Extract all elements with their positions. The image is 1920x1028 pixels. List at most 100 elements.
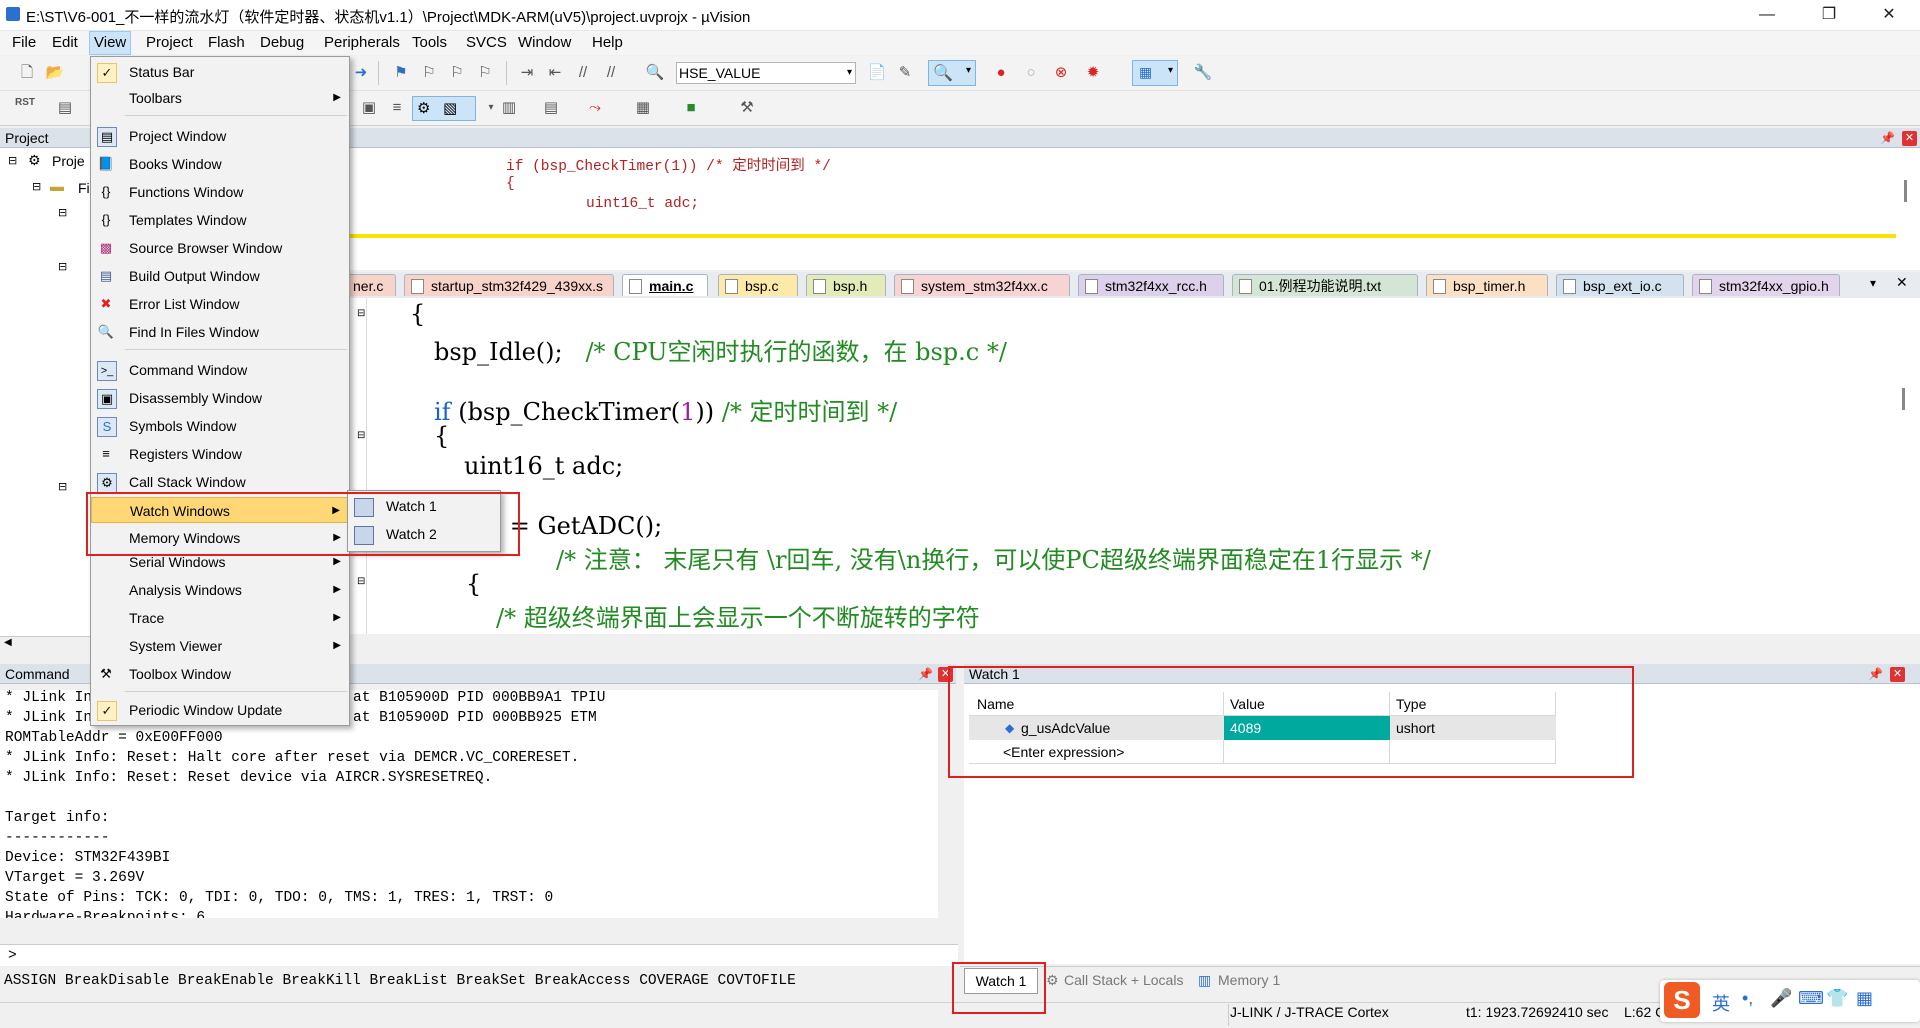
menu-item-watch-1[interactable]: Watch 1: [348, 493, 500, 520]
tab-readme-txt[interactable]: 01.例程功能说明.txt: [1232, 274, 1418, 296]
tab-startup[interactable]: startup_stm32f429_439xx.s: [404, 274, 614, 296]
incremental-find-icon[interactable]: ✎: [894, 62, 916, 84]
watch-header-value[interactable]: Value: [1224, 692, 1390, 716]
bookmark-prev-icon[interactable]: ⚐: [418, 62, 440, 84]
memory-toolbar-icon[interactable]: ▥: [498, 97, 520, 119]
run-icon[interactable]: ▤: [54, 97, 76, 119]
microphone-icon[interactable]: 🎤: [1770, 988, 1792, 1009]
menu-item-registers-window[interactable]: ≡ Registers Window: [91, 441, 349, 467]
watch-enter-expression[interactable]: <Enter expression>: [969, 740, 1224, 764]
watch-header-type[interactable]: Type: [1390, 692, 1556, 716]
close-tab-icon[interactable]: ✕: [1896, 274, 1908, 291]
toolbox-toolbar-icon[interactable]: ⚒: [736, 97, 758, 119]
tab-call-stack-locals[interactable]: ⚙ Call Stack + Locals: [1044, 968, 1190, 994]
disassembly-toolbar-icon[interactable]: ▣: [358, 97, 380, 119]
menu-item-watch-windows[interactable]: Watch Windows ▶: [91, 497, 349, 523]
menu-file[interactable]: File: [8, 34, 40, 51]
watch-empty-value[interactable]: [1224, 740, 1390, 764]
skin-icon[interactable]: 👕: [1826, 988, 1848, 1009]
tab-timer-c[interactable]: ner.c: [346, 274, 396, 296]
find-icon[interactable]: 📄: [866, 62, 888, 84]
menu-peripherals[interactable]: Peripherals: [320, 34, 404, 51]
tab-system-stm32f4xx-c[interactable]: system_stm32f4xx.c: [894, 274, 1070, 296]
fold-icon[interactable]: ⊟: [357, 430, 365, 441]
sogou-ime-logo[interactable]: S: [1664, 982, 1700, 1018]
project-hscrollbar[interactable]: ◀: [0, 636, 90, 651]
close-button[interactable]: ✕: [1866, 2, 1912, 28]
tree-collapse-icon[interactable]: ⊟: [58, 480, 67, 493]
target-search-combo[interactable]: HSE_VALUE ▾: [676, 62, 856, 84]
minimize-button[interactable]: —: [1744, 2, 1790, 28]
menu-item-status-bar[interactable]: ✓ Status Bar: [91, 59, 349, 85]
configure-icon[interactable]: 🔧: [1192, 62, 1214, 84]
pin-icon[interactable]: 📌: [1880, 131, 1895, 145]
keyboard-icon[interactable]: ⌨: [1798, 988, 1824, 1009]
menu-item-build-output-window[interactable]: ▤ Build Output Window: [91, 263, 349, 289]
menu-tools[interactable]: Tools: [408, 34, 451, 51]
pin-icon[interactable]: 📌: [918, 667, 933, 681]
menu-item-call-stack-window[interactable]: ⚙ Call Stack Window: [91, 469, 349, 495]
menu-item-analysis-windows[interactable]: Analysis Windows ▶: [91, 577, 349, 603]
tab-list-dropdown-icon[interactable]: ▾: [1870, 276, 1876, 290]
menu-item-error-list-window[interactable]: ✖ Error List Window: [91, 291, 349, 317]
breakpoint-icon[interactable]: ●: [990, 62, 1012, 84]
menu-edit[interactable]: Edit: [48, 34, 82, 51]
tab-bsp-timer-h[interactable]: bsp_timer.h: [1426, 274, 1548, 296]
breakpoint-disable-all-icon[interactable]: ⊗: [1050, 62, 1072, 84]
fold-icon[interactable]: ⊟: [357, 576, 365, 587]
menu-help[interactable]: Help: [588, 34, 627, 51]
watch-row-value[interactable]: 4089: [1224, 716, 1390, 740]
menu-item-watch-2[interactable]: Watch 2: [348, 521, 500, 548]
find-in-files-icon[interactable]: 🔍: [644, 62, 666, 84]
close-watch-icon[interactable]: ✕: [1890, 667, 1905, 682]
menu-debug[interactable]: Debug: [256, 34, 308, 51]
menu-item-serial-windows[interactable]: Serial Windows ▶: [91, 549, 349, 575]
menu-project[interactable]: Project: [142, 34, 197, 51]
menu-item-books-window[interactable]: 📘 Books Window: [91, 151, 349, 177]
tab-memory-1[interactable]: ▥ Memory 1: [1196, 968, 1296, 994]
menu-item-command-window[interactable]: >_ Command Window: [91, 357, 349, 383]
window-layout-button[interactable]: ▦ ▾: [1132, 60, 1178, 86]
menu-item-functions-window[interactable]: {} Functions Window: [91, 179, 349, 205]
call-stack-watch-toolbar-button[interactable]: ⚙ ▧: [412, 96, 476, 121]
navigate-forward-icon[interactable]: ➜: [350, 62, 372, 84]
comment-icon[interactable]: //: [572, 62, 594, 84]
menu-item-disassembly-window[interactable]: ▣ Disassembly Window: [91, 385, 349, 411]
watch-row-name[interactable]: ◆ g_usAdcValue: [969, 716, 1224, 740]
command-input[interactable]: >: [0, 944, 958, 966]
trace-toolbar-icon[interactable]: ▦: [632, 97, 654, 119]
tree-collapse-icon[interactable]: ⊟: [8, 154, 17, 167]
tab-watch-1[interactable]: Watch 1: [964, 968, 1038, 994]
menu-item-project-window[interactable]: ▤ Project Window: [91, 123, 349, 149]
breakpoint-kill-all-icon[interactable]: ✹: [1082, 62, 1104, 84]
tab-stm32f4xx-gpio-h[interactable]: stm32f4xx_gpio.h: [1692, 274, 1840, 296]
unindent-icon[interactable]: ⇤: [544, 62, 566, 84]
debug-session-button[interactable]: 🔍 ▾: [928, 60, 976, 86]
tab-main-c[interactable]: main.c: [622, 274, 708, 296]
editor-vscrollbar[interactable]: [1902, 388, 1905, 410]
menu-item-templates-window[interactable]: {} Templates Window: [91, 207, 349, 233]
uncomment-icon[interactable]: //: [600, 62, 622, 84]
bookmark-clear-icon[interactable]: ⚐: [474, 62, 496, 84]
breakpoint-disable-icon[interactable]: ○: [1020, 62, 1042, 84]
menu-flash[interactable]: Flash: [204, 34, 249, 51]
bookmark-icon[interactable]: ⚑: [390, 62, 412, 84]
punctuation-icon[interactable]: •,: [1742, 988, 1753, 1009]
maximize-button[interactable]: ❐: [1806, 2, 1852, 28]
bookmark-next-icon[interactable]: ⚐: [446, 62, 468, 84]
disasm-scrollbar[interactable]: [1904, 180, 1907, 202]
code-editor[interactable]: ⊟ ⊟ ⊟ { bsp_Idle(); /* CPU空闲时执行的函数，在 bsp…: [346, 298, 1920, 634]
menu-item-memory-windows[interactable]: Memory Windows ▶: [91, 525, 349, 551]
open-file-icon[interactable]: 📂: [44, 62, 66, 84]
tab-bsp-ext-io-c[interactable]: bsp_ext_io.c: [1556, 274, 1684, 296]
analysis-toolbar-icon[interactable]: ⤳: [584, 97, 606, 119]
menu-item-system-viewer[interactable]: System Viewer ▶: [91, 633, 349, 659]
system-viewer-toolbar-icon[interactable]: ■: [680, 97, 702, 119]
tree-collapse-icon[interactable]: ⊟: [58, 206, 67, 219]
command-hscrollbar[interactable]: [0, 918, 956, 928]
menu-item-periodic-window-update[interactable]: ✓ Periodic Window Update: [91, 697, 349, 723]
close-command-icon[interactable]: ✕: [938, 667, 953, 682]
menu-window[interactable]: Window: [514, 34, 575, 51]
menu-item-toolbox-window[interactable]: ⚒ Toolbox Window: [91, 661, 349, 687]
project-root-label[interactable]: Proje: [52, 153, 85, 169]
